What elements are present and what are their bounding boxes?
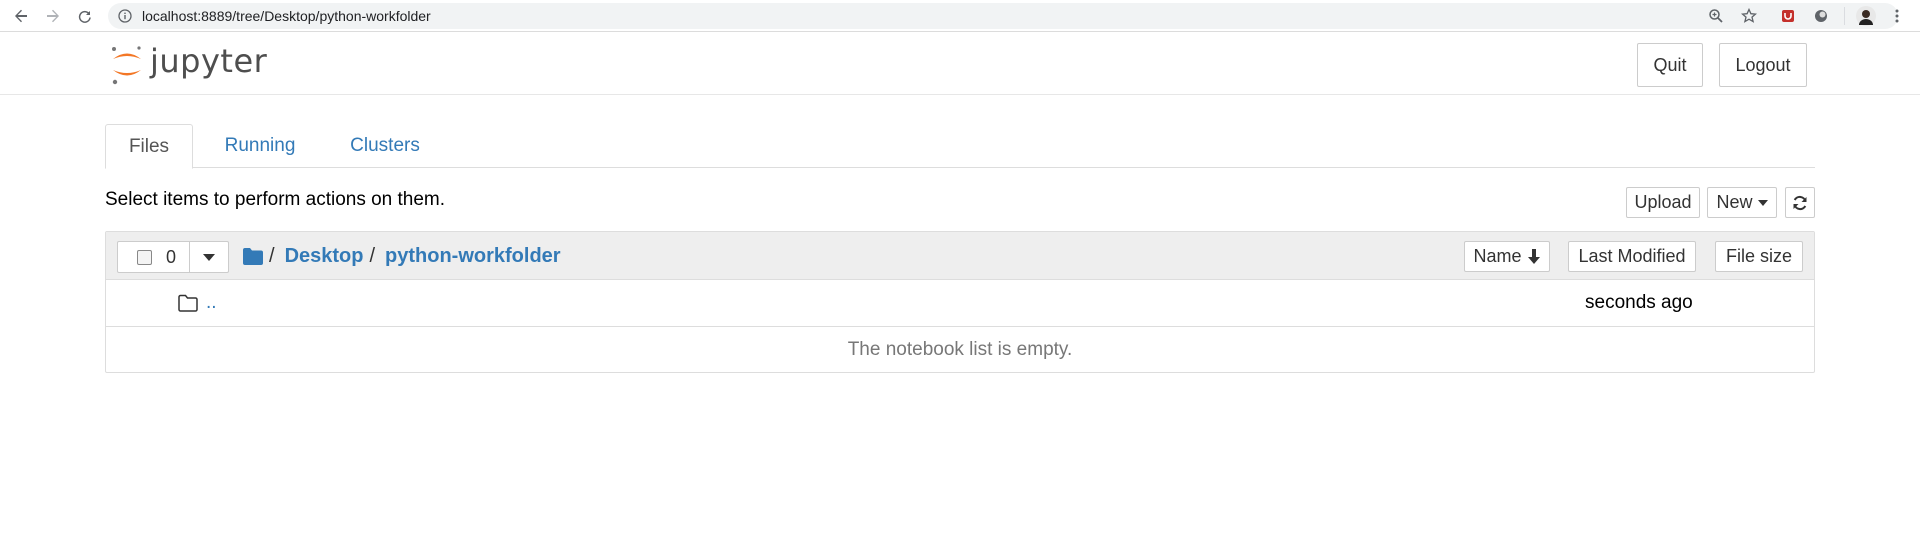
sort-name-button[interactable]: Name <box>1464 241 1550 272</box>
star-icon[interactable] <box>1736 3 1762 29</box>
tab-files[interactable]: Files <box>105 124 193 169</box>
tab-clusters[interactable]: Clusters <box>327 124 443 168</box>
toolbar-divider <box>1844 7 1845 25</box>
caret-down-icon <box>203 253 215 261</box>
extension-circle-icon[interactable] <box>1808 3 1834 29</box>
address-bar[interactable]: localhost:8889/tree/Desktop/python-workf… <box>108 3 1898 29</box>
sort-name-label: Name <box>1473 246 1522 266</box>
list-item[interactable]: .. seconds ago <box>106 280 1814 327</box>
info-icon[interactable] <box>118 9 132 23</box>
empty-list-row: The notebook list is empty. <box>106 327 1814 374</box>
list-header: 0 / Desktop / python-workfolder Name Las… <box>106 232 1814 280</box>
sort-file-size-button[interactable]: File size <box>1715 241 1803 272</box>
parent-directory-link[interactable]: .. <box>206 292 217 314</box>
menu-dots-icon[interactable] <box>1884 3 1910 29</box>
folder-icon[interactable] <box>243 247 263 265</box>
back-arrow-icon[interactable] <box>8 3 34 29</box>
reload-icon[interactable] <box>72 3 98 29</box>
folder-outline-icon <box>178 294 198 312</box>
select-dropdown-button[interactable] <box>190 242 228 272</box>
jupyter-logo-icon <box>112 46 141 85</box>
selected-count: 0 <box>166 246 177 267</box>
arrow-down-icon <box>1527 249 1540 264</box>
refresh-icon <box>1793 195 1807 210</box>
notebook-list: 0 / Desktop / python-workfolder Name Las… <box>105 231 1815 373</box>
breadcrumb-python-workfolder[interactable]: python-workfolder <box>385 245 561 268</box>
new-button-label: New <box>1716 192 1753 212</box>
select-all-toggle[interactable]: 0 <box>118 242 190 272</box>
forward-arrow-icon[interactable] <box>40 3 66 29</box>
profile-avatar[interactable] <box>1853 3 1879 29</box>
empty-list-message: The notebook list is empty. <box>847 339 1073 360</box>
quit-button[interactable]: Quit <box>1637 43 1703 87</box>
upload-button[interactable]: Upload <box>1626 187 1700 218</box>
new-dropdown-button[interactable]: New <box>1707 187 1777 218</box>
breadcrumb: / Desktop / python-workfolder <box>243 244 561 268</box>
caret-down-icon <box>1757 199 1768 206</box>
breadcrumb-separator: / <box>369 244 376 267</box>
extension-icon[interactable] <box>1775 3 1801 29</box>
logo-text: jupyter <box>150 42 268 80</box>
jupyter-header: jupyter Quit Logout <box>0 33 1920 95</box>
logout-button[interactable]: Logout <box>1719 43 1807 87</box>
tab-bar: Files Running Clusters <box>105 124 1815 169</box>
last-modified-value: seconds ago <box>1585 292 1693 313</box>
url-text[interactable]: localhost:8889/tree/Desktop/python-workf… <box>142 8 431 24</box>
browser-toolbar: localhost:8889/tree/Desktop/python-workf… <box>0 0 1920 32</box>
tab-running[interactable]: Running <box>205 124 315 168</box>
sort-last-modified-button[interactable]: Last Modified <box>1568 241 1696 272</box>
jupyter-logo[interactable]: jupyter <box>110 42 268 85</box>
select-all-control: 0 <box>117 241 229 273</box>
selection-hint: Select items to perform actions on them. <box>105 189 446 210</box>
zoom-icon[interactable] <box>1703 3 1729 29</box>
refresh-button[interactable] <box>1785 187 1815 218</box>
select-all-checkbox[interactable] <box>137 249 152 265</box>
breadcrumb-desktop[interactable]: Desktop <box>285 245 364 268</box>
breadcrumb-separator: / <box>269 244 275 267</box>
